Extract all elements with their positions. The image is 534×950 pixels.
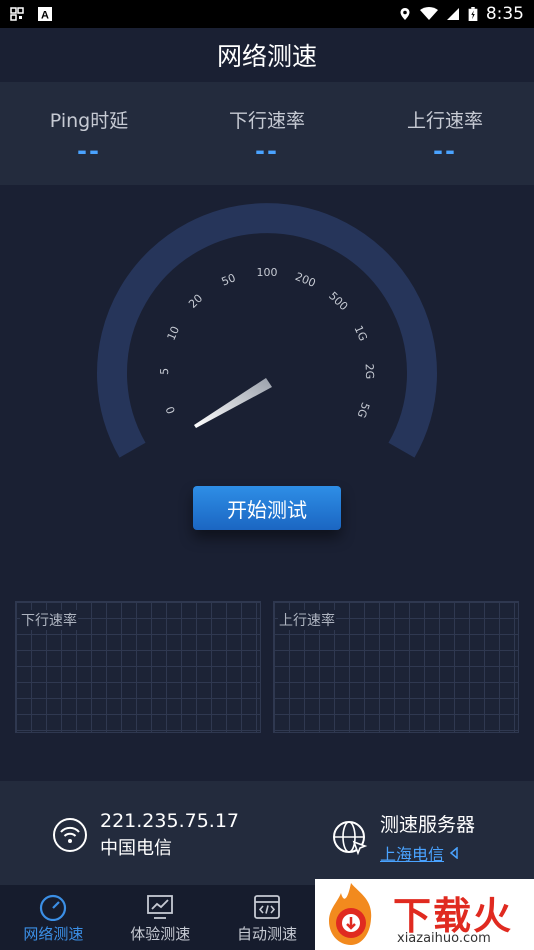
svg-text:A: A [41, 10, 49, 22]
tab-experience-test[interactable]: 体验测速 [107, 885, 214, 950]
gauge-tick-label: 200 [293, 270, 317, 290]
app-bar: 网络测速 [0, 28, 534, 82]
location-icon [400, 8, 410, 20]
upload-value: -- [433, 137, 457, 165]
gauge-tick-label: 10 [165, 324, 183, 342]
upload-chart: 上行速率 [273, 601, 519, 733]
server-select-link[interactable]: 上海电信 [380, 841, 475, 865]
status-bar: A 8:35 [0, 0, 534, 28]
watermark-url: xiazaihuo.com [397, 931, 491, 946]
gauge-arc [97, 203, 437, 458]
chevron-left-icon [450, 847, 458, 859]
code-window-icon [254, 895, 280, 919]
ping-stat: Ping时延 -- [0, 106, 178, 165]
gauge-tick-label: 500 [326, 289, 350, 313]
gauge-tick-label: 5G [355, 401, 373, 420]
a-notification-icon: A [38, 7, 52, 21]
download-value: -- [255, 137, 279, 165]
download-stat: 下行速率 -- [178, 106, 356, 165]
speedometer-icon [40, 894, 67, 921]
upload-stat: 上行速率 -- [356, 106, 534, 165]
watermark-logo: 下载火 xiazaihuo.com [315, 879, 534, 950]
gauge-tick-label: 100 [257, 266, 278, 279]
gauge-tick-label: 50 [220, 271, 238, 288]
wifi-circle-icon [53, 818, 87, 852]
signal-icon [446, 8, 459, 20]
gauge-needle [194, 378, 272, 428]
monitor-chart-icon [147, 895, 174, 919]
tab-speed-test[interactable]: 网络测速 [0, 885, 107, 950]
server-info[interactable]: 测速服务器 上海电信 [332, 810, 475, 865]
ping-label: Ping时延 [49, 110, 129, 132]
upload-chart-title: 上行速率 [278, 610, 336, 630]
tab-speed-test-label: 网络测速 [23, 925, 84, 943]
tab-auto-test[interactable]: 自动测速 [214, 885, 321, 950]
tab-experience-test-label: 体验测速 [130, 925, 191, 943]
upload-label: 上行速率 [406, 110, 483, 132]
page-title: 网络测速 [216, 42, 317, 71]
download-label: 下行速率 [228, 110, 305, 132]
network-info-panel: 221.235.75.17 中国电信 测速服务器 上海电信 [0, 781, 534, 885]
tab-auto-test-label: 自动测速 [236, 925, 297, 943]
ping-value: -- [77, 137, 101, 165]
speed-gauge: 0 5 1020 50 100 200 5001G 2G 5G [97, 203, 437, 458]
start-test-button[interactable]: 开始测试 [193, 486, 341, 530]
ip-address: 221.235.75.17 [100, 810, 240, 832]
download-chart-title: 下行速率 [20, 610, 78, 630]
carrier-name: 中国电信 [100, 838, 172, 859]
ip-info: 221.235.75.17 中国电信 [52, 810, 239, 860]
gauge-tick-label: 2G [363, 363, 377, 379]
download-chart: 下行速率 [15, 601, 261, 733]
flame-logo-icon [329, 883, 372, 945]
globe-cursor-icon [333, 820, 368, 855]
battery-icon [468, 7, 478, 21]
stats-panel: Ping时延 -- 下行速率 -- 上行速率 -- [0, 82, 534, 185]
gauge-tick-label: 1G [352, 324, 370, 343]
status-time: 8:35 [485, 4, 524, 24]
qr-notification-icon [10, 7, 24, 21]
gauge-tick-label: 0 [163, 405, 178, 416]
server-label: 测速服务器 [380, 814, 476, 836]
gauge-tick-label: 20 [186, 292, 205, 311]
gauge-tick-label: 5 [158, 368, 171, 375]
server-name[interactable]: 上海电信 [380, 841, 444, 865]
wifi-icon [419, 7, 438, 20]
